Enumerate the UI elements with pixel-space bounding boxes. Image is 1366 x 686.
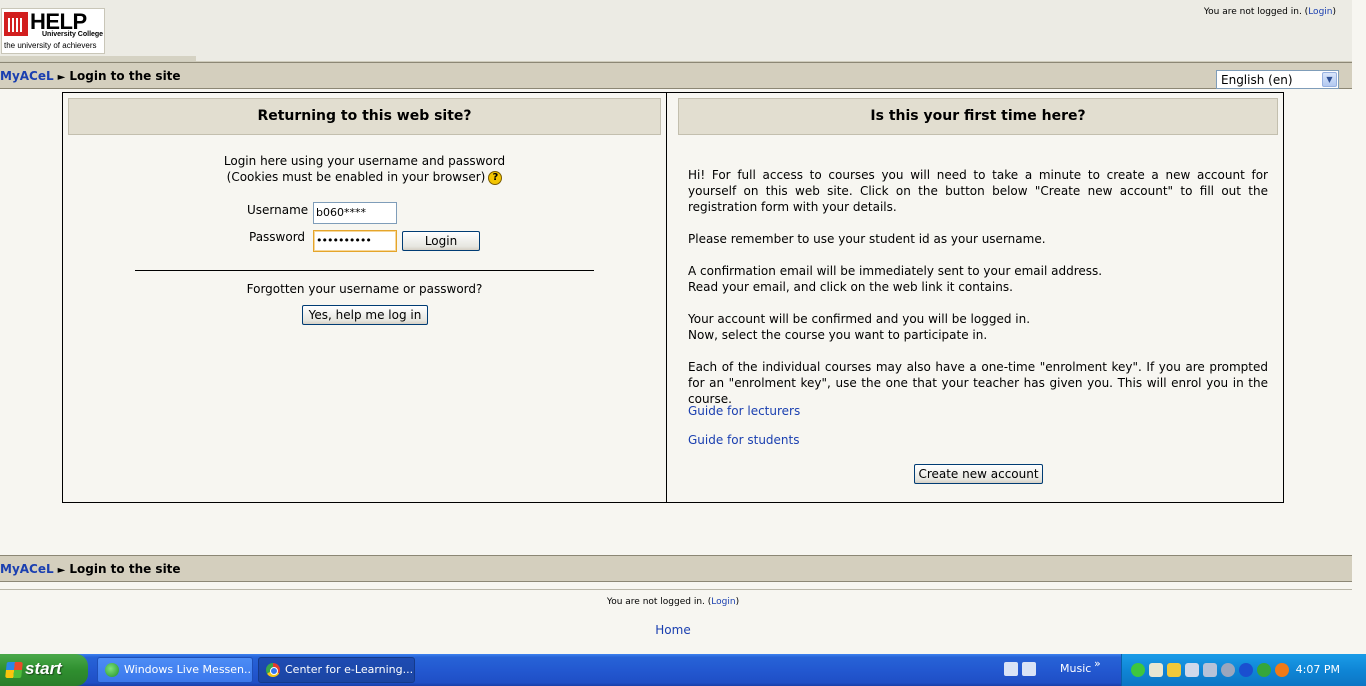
- login-status-bottom: You are not logged in. (Login): [606, 597, 740, 607]
- footer-login-link[interactable]: Login: [711, 597, 735, 607]
- network-icon[interactable]: [1203, 663, 1217, 677]
- breadcrumb-home-link[interactable]: MyACeL: [0, 69, 54, 83]
- header-accent-bar: [0, 56, 196, 61]
- login-button[interactable]: Login: [402, 231, 480, 251]
- music-toolbar[interactable]: Music: [1060, 662, 1091, 675]
- navbar-top: MyACeL ► Login to the site English (en) ▼: [0, 62, 1352, 89]
- quick-launch: [1004, 661, 1040, 676]
- shield-icon[interactable]: [1167, 663, 1181, 677]
- password-field[interactable]: ••••••••••: [313, 230, 397, 252]
- login-status-top: You are not logged in. (Login): [1203, 7, 1336, 17]
- language-select-value: English (en): [1221, 73, 1293, 87]
- breadcrumb-current: Login to the site: [69, 69, 181, 83]
- create-account-button[interactable]: Create new account: [914, 464, 1043, 484]
- first-time-paragraph: Hi! For full access to courses you will …: [688, 168, 1268, 214]
- bluetooth-icon[interactable]: [1239, 663, 1253, 677]
- taskbar-item-browser[interactable]: Center for e-Learning...: [258, 657, 415, 683]
- windows-flag-icon: [5, 662, 23, 678]
- logo-subtitle: University College: [42, 31, 104, 38]
- keyboard-icon[interactable]: [1022, 661, 1036, 676]
- help-icon[interactable]: ?: [488, 170, 503, 185]
- forgot-password-button[interactable]: Yes, help me log in: [302, 305, 428, 325]
- clock[interactable]: 4:07 PM: [1296, 663, 1340, 676]
- account-confirmed-paragraph: Your account will be confirmed and you w…: [688, 312, 1031, 342]
- enrolment-key-paragraph: Each of the individual courses may also …: [688, 360, 1268, 406]
- start-label: start: [25, 659, 62, 678]
- lock-icon[interactable]: [1149, 663, 1163, 677]
- update-icon[interactable]: [1221, 663, 1235, 677]
- antivirus-icon[interactable]: [1275, 663, 1289, 677]
- logo-mark-icon: [4, 12, 28, 36]
- returning-heading: Returning to this web site?: [68, 98, 661, 135]
- site-header: HELP University College the university o…: [0, 0, 1352, 62]
- start-button[interactable]: start: [0, 654, 88, 686]
- breadcrumb: MyACeL ► Login to the site: [0, 69, 181, 83]
- breadcrumb-current: Login to the site: [69, 562, 181, 576]
- forgot-text: Forgotten your username or password?: [246, 282, 483, 296]
- logo-tagline: the university of achievers: [4, 41, 97, 50]
- breadcrumb-home-link[interactable]: MyACeL: [0, 562, 54, 576]
- system-tray: 4:07 PM: [1121, 654, 1366, 686]
- footer-divider: [0, 589, 1352, 590]
- guide-students-link[interactable]: Guide for students: [688, 433, 800, 447]
- pen-icon[interactable]: [1004, 661, 1018, 676]
- breadcrumb-separator-icon: ►: [57, 72, 66, 83]
- chevron-down-icon[interactable]: ▼: [1322, 72, 1337, 87]
- breadcrumb-bottom: MyACeL ► Login to the site: [0, 562, 181, 576]
- breadcrumb-separator-icon: ►: [57, 565, 66, 576]
- network-disconnected-icon[interactable]: [1185, 663, 1199, 677]
- cookies-note: (Cookies must be enabled in your browser…: [68, 170, 661, 185]
- navbar-bottom: MyACeL ► Login to the site: [0, 555, 1352, 582]
- help-logo[interactable]: HELP University College the university o…: [1, 8, 105, 54]
- header-login-link[interactable]: Login: [1308, 7, 1332, 17]
- language-select[interactable]: English (en) ▼: [1216, 70, 1339, 89]
- username-field[interactable]: b060****: [313, 202, 397, 224]
- toolbar-expand-icon[interactable]: »: [1094, 657, 1101, 670]
- password-label: Password: [249, 230, 306, 244]
- security-check-icon[interactable]: [1131, 663, 1145, 677]
- separator-line: [135, 270, 594, 271]
- confirmation-paragraph: A confirmation email will be immediately…: [688, 264, 1103, 294]
- windows-taskbar: start Windows Live Messen... Center for …: [0, 654, 1366, 686]
- home-link[interactable]: Home: [655, 623, 690, 637]
- taskbar-item-messenger[interactable]: Windows Live Messen...: [97, 657, 253, 683]
- student-id-note: Please remember to use your student id a…: [688, 232, 1046, 246]
- guide-lecturers-link[interactable]: Guide for lecturers: [688, 404, 800, 418]
- messenger-icon: [105, 663, 119, 677]
- panel-divider: [666, 92, 667, 503]
- login-intro: Login here using your username and passw…: [223, 154, 506, 168]
- footer-home: Home: [0, 623, 1346, 637]
- wireless-icon[interactable]: [1257, 663, 1271, 677]
- username-label: Username: [247, 203, 309, 217]
- chrome-icon: [266, 663, 280, 677]
- first-time-heading: Is this your first time here?: [678, 98, 1278, 135]
